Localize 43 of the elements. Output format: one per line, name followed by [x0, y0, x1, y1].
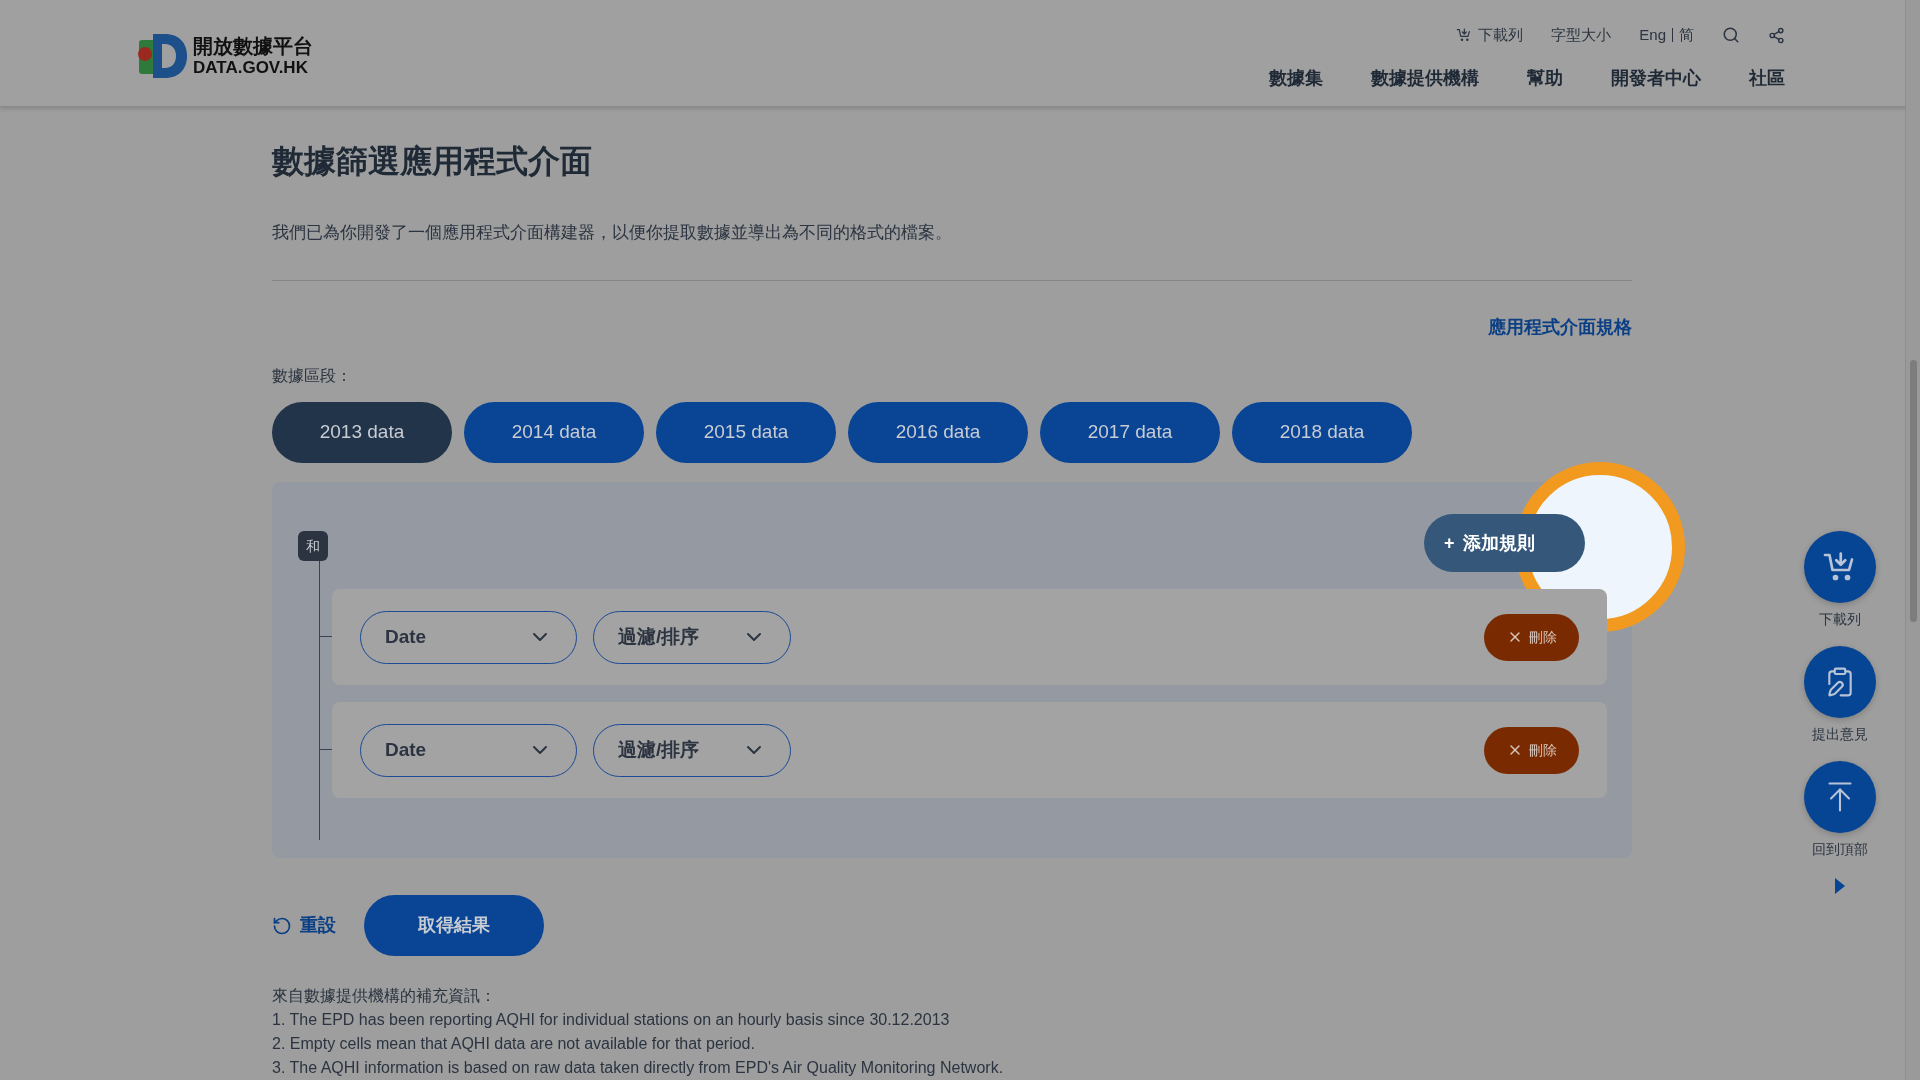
logo-title: 開放數據平台 [193, 36, 313, 56]
submit-button[interactable]: 取得結果 [364, 895, 544, 956]
page-description: 我們已為你開發了一個應用程式介面構建器，以便你提取數據並導出為不同的格式的檔案。 [272, 221, 953, 244]
note-line: 2. Empty cells mean that AQHI data are not available for that period. [272, 1034, 756, 1054]
download-list-link[interactable]: 下載列 [1456, 24, 1524, 47]
nav-link[interactable]: 社區 [1749, 64, 1785, 92]
nav-link[interactable]: 數據提供機構 [1371, 64, 1479, 92]
search-icon[interactable] [1722, 26, 1740, 45]
add-rule-button[interactable]: + 添加規則 [1424, 514, 1585, 572]
floating-action-button[interactable] [1804, 531, 1876, 603]
share-icon[interactable] [1768, 26, 1785, 44]
note-line: 3. The AQHI information is based on raw data taken directly from EPD's Air Quality Monitoring Network. [272, 1058, 1005, 1078]
floating-button-label: 回到頂部 [1812, 840, 1868, 859]
floating-action-button[interactable] [1804, 646, 1876, 718]
scrollbar-thumb[interactable] [1910, 360, 1917, 622]
segment-tab[interactable]: 2015 data [656, 402, 836, 463]
delete-button[interactable]: 刪除 [1484, 726, 1579, 774]
note-line: 1. The EPD has been reporting AQHI for individual stations on an hourly basis since 30.12.2013 [272, 1010, 951, 1030]
delete-button[interactable]: 刪除 [1484, 613, 1579, 661]
caret-right-icon[interactable] [1835, 878, 1845, 894]
segment-tab[interactable]: 2013 data [272, 402, 452, 463]
cart-download-icon [1456, 27, 1473, 44]
nav-link[interactable]: 開發者中心 [1611, 64, 1701, 92]
nav-link[interactable]: 數據集 [1269, 64, 1323, 92]
api-spec-link[interactable]: 應用程式介面規格 [1488, 314, 1632, 341]
reset-icon [272, 915, 292, 936]
segment-tab[interactable]: 2017 data [1040, 402, 1220, 463]
font-size-link[interactable]: 字型大小 [1551, 24, 1612, 47]
reset-link[interactable]: 重設 [272, 912, 336, 939]
segment-tab[interactable]: 2016 data [848, 402, 1028, 463]
nav-link[interactable]: 幫助 [1527, 64, 1563, 92]
segment-tab[interactable]: 2018 data [1232, 402, 1412, 463]
language-link[interactable]: 简 [1679, 24, 1694, 47]
floating-action-button[interactable] [1804, 761, 1876, 833]
operator-badge: 和 [298, 531, 328, 561]
floating-button-label: 下載列 [1819, 610, 1861, 629]
notes-heading: 來自數據提供機構的補充資訊： [272, 986, 497, 1006]
segment-label: 數據區段： [272, 366, 353, 386]
page-title: 數據篩選應用程式介面 [272, 141, 593, 181]
segment-tab[interactable]: 2014 data [464, 402, 644, 463]
logo-subtitle: DATA.GOV.HK [193, 59, 309, 76]
language-link[interactable]: Eng [1639, 24, 1666, 47]
floating-button-label: 提出意見 [1812, 725, 1868, 744]
